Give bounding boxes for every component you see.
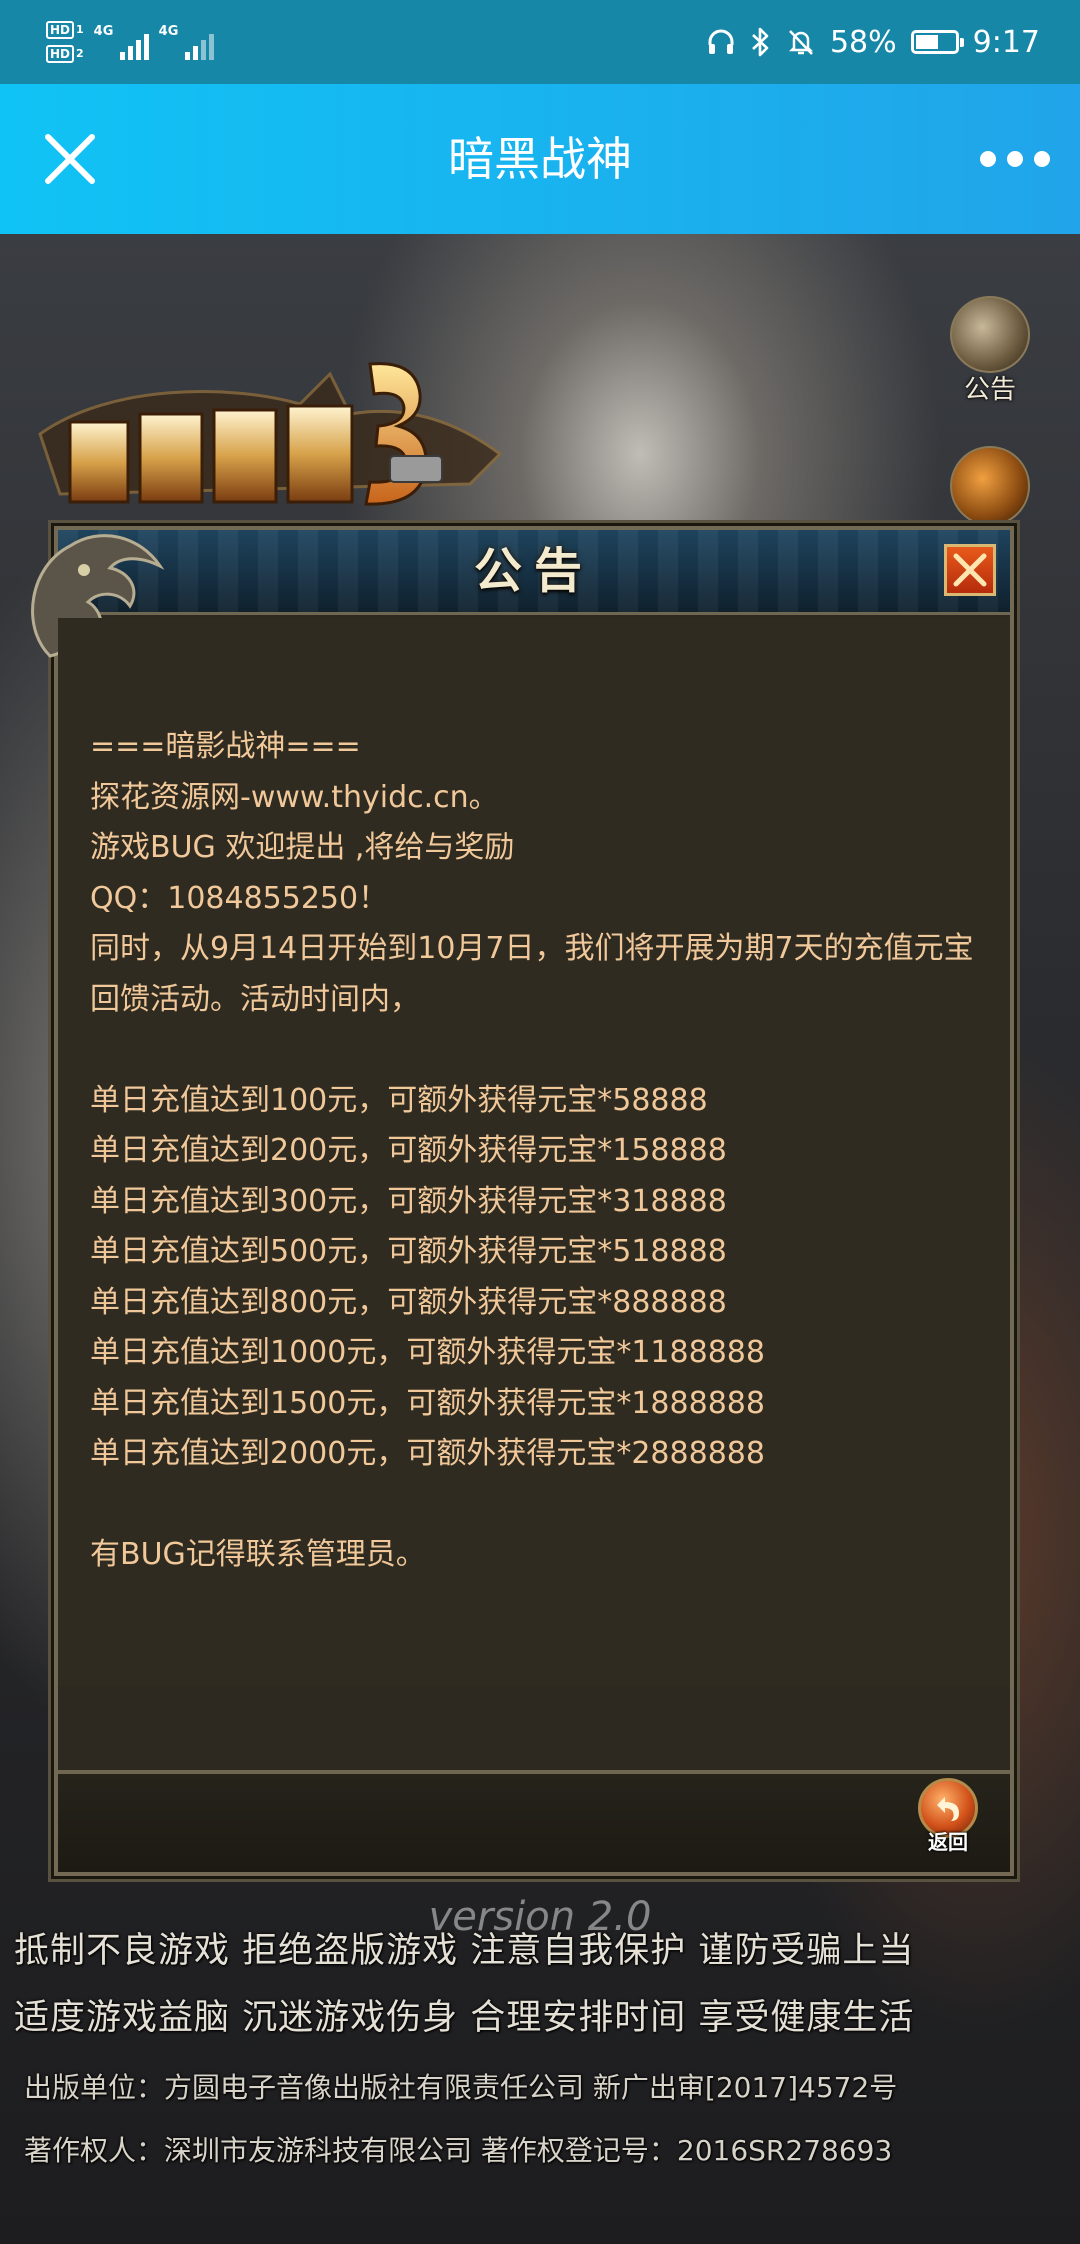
notice-line: 单日充值达到300元，可额外获得元宝*318888 [90, 1183, 727, 1219]
copyright-info: 著作权人：深圳市友游科技有限公司 著作权登记号：2016SR278693 [24, 2134, 893, 2167]
notice-line: 单日充值达到1000元，可额外获得元宝*1188888 [90, 1335, 765, 1370]
dialog-close-button[interactable] [944, 544, 996, 596]
signal-bar [192, 46, 198, 60]
battery-fill [915, 35, 938, 49]
clock: 9:17 [972, 24, 1040, 60]
notice-line: ===暗影战神=== [90, 729, 361, 764]
notice-line: 单日充值达到500元，可额外获得元宝*518888 [90, 1234, 727, 1269]
more-dot [1034, 151, 1050, 167]
dialog-footer: 返回 [58, 1770, 1010, 1872]
status-bar: HD 1 HD 2 4G 4G 58% 9:17 [0, 0, 1080, 84]
close-icon [953, 553, 987, 587]
app-bar: 暗黑战神 [0, 84, 1080, 234]
notice-text: ===暗影战神=== 探花资源网-www.thyidc.cn。 游戏BUG 欢迎提出… [90, 722, 978, 1581]
hd-label-2: HD [46, 45, 75, 63]
back-button[interactable]: 返回 [908, 1778, 988, 1858]
notice-line [90, 1025, 978, 1076]
side-notice-button[interactable]: 公告 [940, 296, 1040, 406]
scroll-horn-icon [950, 296, 1030, 373]
signal-bar [184, 52, 190, 60]
status-right: 58% 9:17 [706, 0, 1040, 84]
app-title: 暗黑战神 [448, 132, 632, 186]
hd-indicator-2: HD 2 [46, 45, 84, 63]
bluetooth-icon [752, 27, 769, 57]
dialog-title: 公告 [473, 543, 594, 599]
signal-icon-2: 4G [159, 24, 214, 60]
hd-label-1: HD [46, 21, 75, 39]
health-slogan-2: 适度游戏益脑 沉迷游戏伤身 合理安排时间 享受健康生活 [14, 1998, 915, 2038]
notice-line: 单日充值达到800元，可额外获得元宝*888888 [90, 1284, 727, 1320]
notice-line [90, 1480, 978, 1531]
notice-line: QQ：1084855250！ [90, 880, 389, 916]
network-type-2: 4G [158, 24, 179, 39]
signal-bar [127, 46, 133, 60]
notice-line: 有BUG记得联系管理员。 [90, 1537, 426, 1572]
hd-indicator-1: HD 1 [46, 21, 84, 39]
dialog-body[interactable]: ===暗影战神=== 探花资源网-www.thyidc.cn。 游戏BUG 欢迎提出… [58, 618, 1010, 1686]
mute-bell-icon [788, 30, 813, 55]
notice-dialog: 公告 ===暗影战神=== 探花资源网-www.thyidc.cn。 游戏BUG 欢… [31, 526, 1014, 1876]
notice-line: 单日充值达到100元，可额外获得元宝*58888 [90, 1082, 708, 1118]
game-scene: 公告 公告 ===暗影战神=== 探花资源网-www.thyidc.cn。 游戏BU… [0, 234, 1080, 2244]
signal-bar [143, 34, 149, 60]
notice-line: 单日充值达到1500元，可额外获得元宝*1888888 [90, 1385, 765, 1421]
signal-bar [208, 34, 214, 60]
network-type-1: 4G [93, 24, 114, 39]
notice-line: 单日充值达到200元，可额外获得元宝*158888 [90, 1133, 727, 1168]
dialog-header: 公告 [58, 530, 1010, 615]
status-left: HD 1 HD 2 4G 4G [46, 14, 214, 70]
more-dot [1007, 151, 1023, 167]
battery-icon [910, 30, 964, 54]
notice-line: 游戏BUG 欢迎提出 ,将给与奖励 [90, 830, 515, 865]
notice-line: 同时，从9月14日开始到10月7日，我们将开展为期7天的充值元宝回馈活动。活动时… [90, 931, 974, 1017]
activity-icon [950, 446, 1030, 526]
signal-icon-1: 4G [94, 24, 149, 60]
publisher-info: 出版单位：方圆电子音像出版社有限责任公司 新广出审[2017]4572号 [24, 2071, 898, 2104]
more-menu-icon[interactable] [980, 139, 1050, 179]
health-slogan-1: 抵制不良游戏 拒绝盗版游戏 注意自我保护 谨防受骗上当 [14, 1931, 915, 1971]
back-label: 返回 [928, 1830, 968, 1854]
hd-sub-2: 2 [76, 47, 84, 60]
signal-bar [135, 40, 141, 60]
more-dot [980, 151, 996, 167]
hd-sub-1: 1 [76, 23, 84, 36]
battery-percent: 58% [829, 24, 897, 60]
notice-line: 单日充值达到2000元，可额外获得元宝*2888888 [90, 1436, 765, 1471]
notice-line: 探花资源网-www.thyidc.cn。 [90, 779, 499, 815]
signal-bar [200, 40, 206, 60]
headphones-icon [708, 29, 734, 54]
side-notice-label: 公告 [963, 375, 1016, 405]
signal-bar [119, 52, 125, 60]
hd-indicators: HD 1 HD 2 [46, 21, 84, 63]
